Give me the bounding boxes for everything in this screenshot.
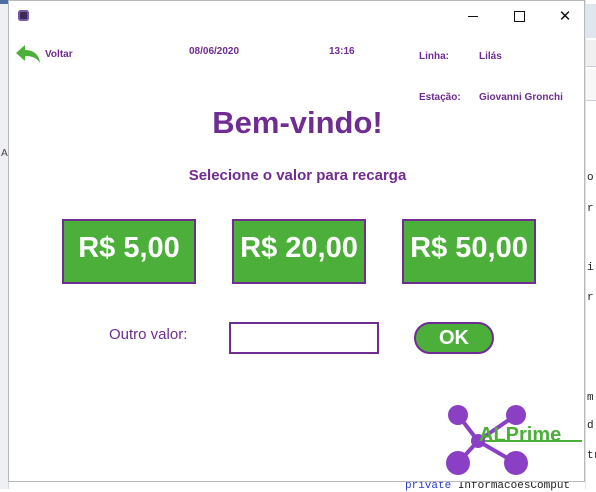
ok-button[interactable]: OK bbox=[414, 322, 494, 354]
back-label: Voltar bbox=[45, 48, 73, 60]
linha-value: Lilás bbox=[479, 51, 502, 62]
background-code-text: o bbox=[587, 172, 594, 184]
background-tab-strip bbox=[586, 4, 596, 38]
background-code-text: r bbox=[587, 203, 594, 215]
minimize-icon bbox=[468, 15, 478, 17]
instruction-text: Selecione o valor para recarga bbox=[188, 167, 407, 184]
background-toolbar bbox=[586, 40, 596, 67]
close-button[interactable]: ✕ bbox=[545, 1, 584, 31]
background-right-panel: o r i r m d tr bbox=[585, 0, 596, 489]
current-date: 08/06/2020 bbox=[189, 46, 240, 57]
back-button[interactable]: Voltar bbox=[14, 43, 73, 65]
background-toolbar-2 bbox=[586, 70, 596, 101]
other-value-label: Outro valor: bbox=[109, 326, 188, 343]
background-code-text: d bbox=[587, 420, 594, 432]
background-left-text: A bbox=[1, 148, 8, 159]
estacao-label: Estação: bbox=[419, 92, 461, 103]
app-icon bbox=[18, 10, 29, 21]
minimize-button[interactable] bbox=[453, 1, 493, 31]
amount-50-button[interactable]: R$ 50,00 bbox=[402, 219, 536, 284]
linha-label: Linha: bbox=[419, 51, 449, 62]
background-code-text: tr bbox=[587, 450, 596, 462]
welcome-heading: Bem-vindo! bbox=[212, 105, 383, 140]
maximize-button[interactable] bbox=[499, 1, 539, 31]
background-code-text: r bbox=[587, 292, 594, 304]
amount-20-button[interactable]: R$ 20,00 bbox=[232, 219, 366, 284]
background-code-text: m bbox=[587, 392, 594, 404]
other-value-input[interactable] bbox=[229, 322, 379, 354]
logo-wordmark: ALPrime bbox=[479, 424, 562, 446]
title-bar: ✕ bbox=[9, 1, 584, 33]
current-time: 13:16 bbox=[329, 46, 355, 57]
amount-5-button[interactable]: R$ 5,00 bbox=[62, 219, 196, 284]
background-code-text: i bbox=[587, 262, 594, 274]
close-icon: ✕ bbox=[558, 7, 572, 25]
back-arrow-icon bbox=[16, 45, 40, 63]
maximize-icon bbox=[513, 10, 525, 22]
recharge-window: ✕ Voltar 08/06/2020 13:16 Linha: Lilás E… bbox=[8, 0, 585, 482]
estacao-value: Giovanni Gronchi bbox=[479, 92, 563, 103]
